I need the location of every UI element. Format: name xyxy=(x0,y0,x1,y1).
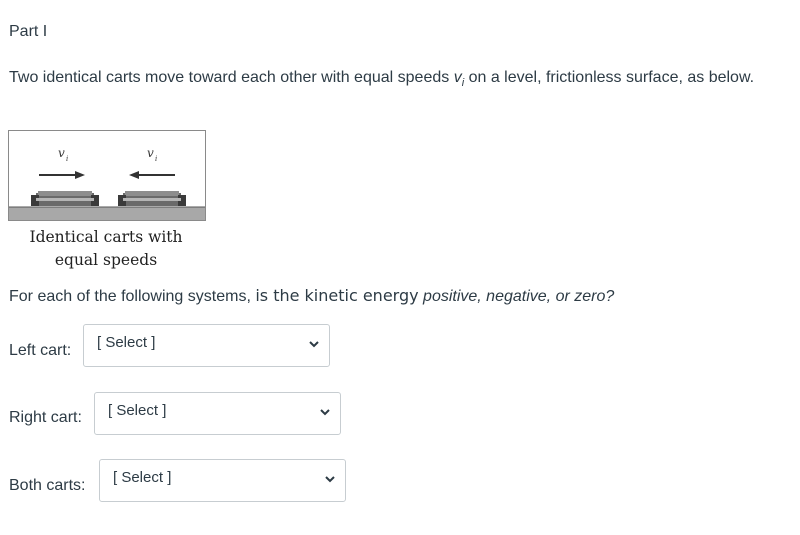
right-cart-select-value: [ Select ] xyxy=(108,402,167,419)
caption-line-2: equal speeds xyxy=(54,251,158,269)
right-cart-select[interactable]: [ Select ] xyxy=(94,392,341,435)
both-carts-label: Both carts: xyxy=(9,477,86,494)
left-velocity-sub: i xyxy=(66,155,68,163)
question-text: For each of the following systems, is th… xyxy=(9,286,614,306)
ground xyxy=(9,207,205,220)
intro-text-after: on a level, frictionless surface, as bel… xyxy=(464,69,755,86)
caption-line-1: Identical carts with xyxy=(29,228,183,246)
right-cart xyxy=(118,191,186,206)
both-carts-select-value: [ Select ] xyxy=(113,469,172,486)
question-part-2: is the kinetic energy xyxy=(255,286,419,305)
carts-figure: v i v i xyxy=(8,130,206,221)
part-title: Part I xyxy=(9,23,48,40)
left-arrow-icon xyxy=(129,171,175,179)
left-cart-label: Left cart: xyxy=(9,342,72,359)
left-cart-select[interactable]: [ Select ] xyxy=(83,324,330,367)
left-cart-select-value: [ Select ] xyxy=(97,334,156,351)
intro-text-before: Two identical carts move toward each oth… xyxy=(9,69,454,86)
right-velocity-sub: i xyxy=(155,155,157,163)
carts-diagram: v i v i xyxy=(9,146,205,220)
chevron-down-icon xyxy=(325,476,335,483)
problem-statement: Two identical carts move toward each oth… xyxy=(9,64,789,97)
chevron-down-icon xyxy=(320,409,330,416)
right-arrow-icon xyxy=(39,171,85,179)
question-part-5: zero? xyxy=(574,288,615,305)
right-velocity-label: v xyxy=(147,146,154,160)
left-velocity-label: v xyxy=(58,146,65,160)
right-cart-label: Right cart: xyxy=(9,409,82,426)
figure-caption: Identical carts with equal speeds xyxy=(14,226,198,272)
both-carts-select[interactable]: [ Select ] xyxy=(99,459,346,502)
left-cart xyxy=(31,191,99,206)
question-part-1: For each of the following systems, xyxy=(9,288,256,305)
question-part-4: or xyxy=(551,288,575,305)
intro-v-symbol: v xyxy=(453,69,462,86)
chevron-down-icon xyxy=(309,341,319,348)
question-part-3: positive, negative, xyxy=(418,288,552,305)
